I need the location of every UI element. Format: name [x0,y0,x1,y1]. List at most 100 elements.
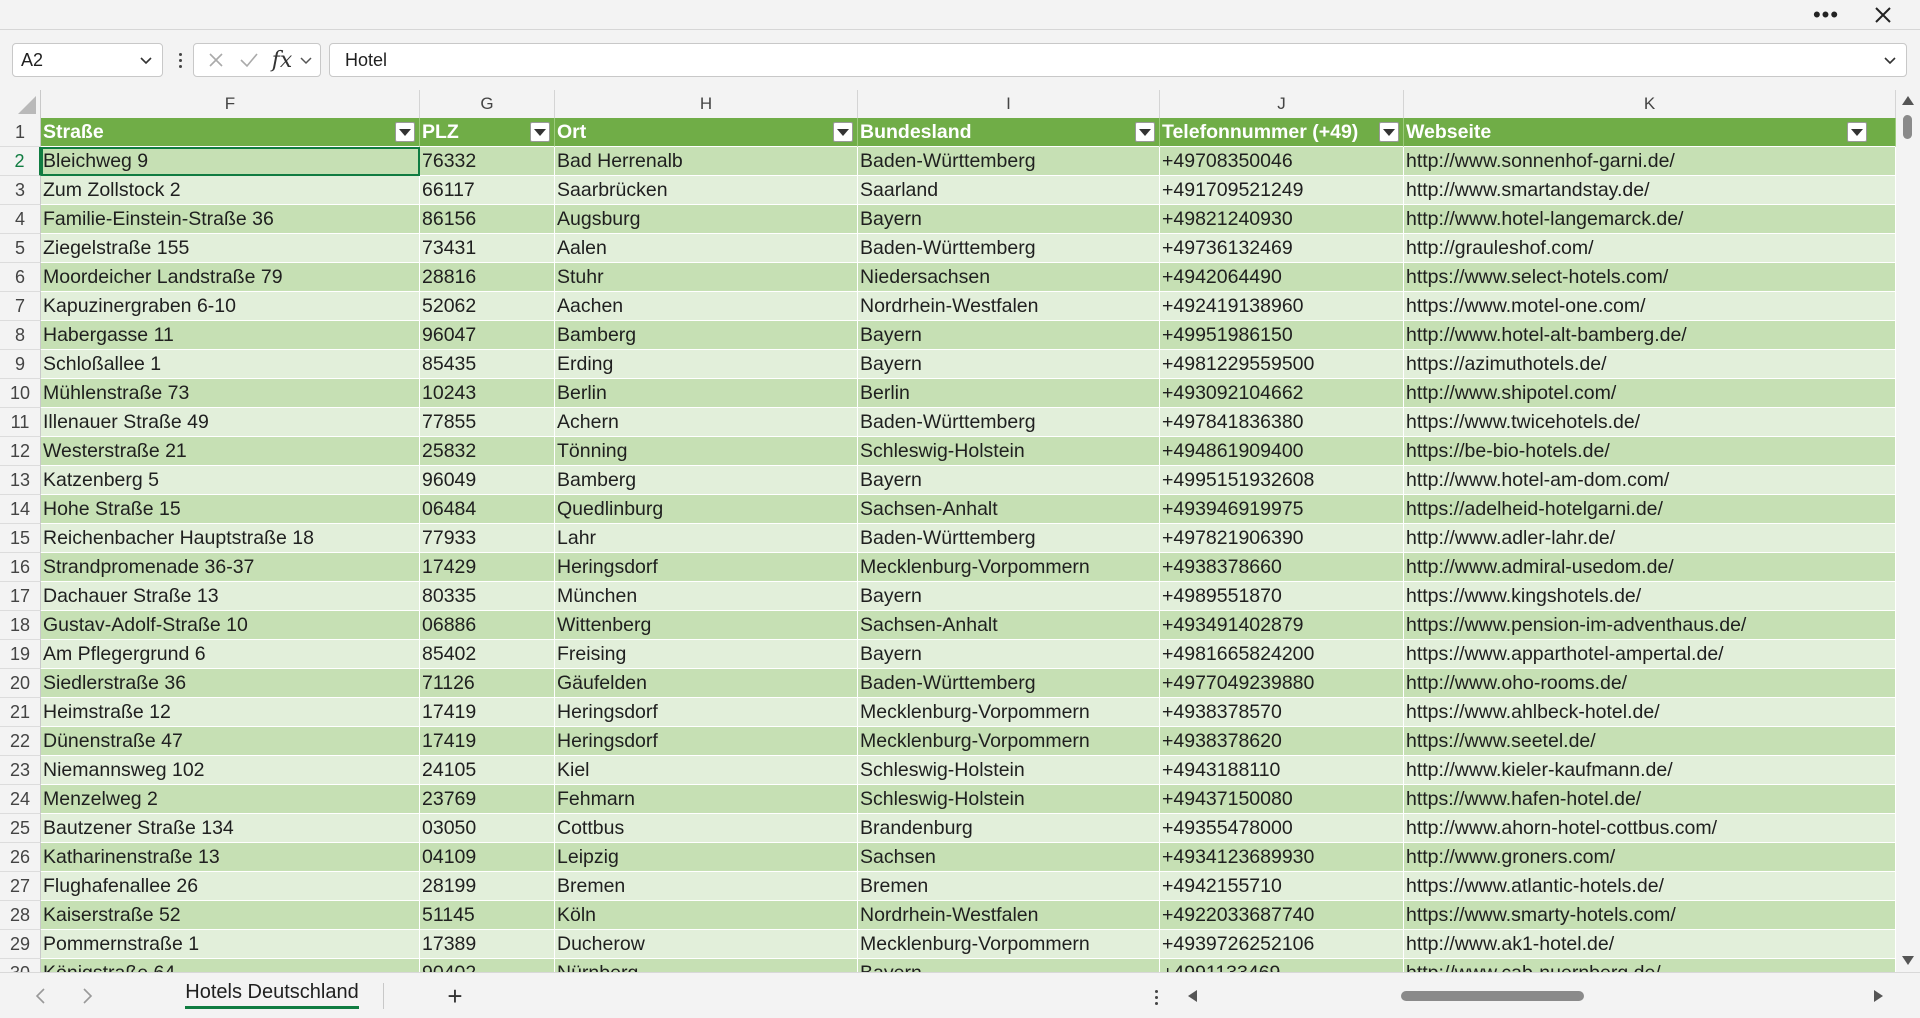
more-options-icon[interactable]: ••• [1803,0,1849,30]
cell-strasse[interactable]: Gustav-Adolf-Straße 10 [41,611,420,640]
cell-ort[interactable]: Wittenberg [555,611,858,640]
sheet-tab-hotels-deutschland[interactable]: Hotels Deutschland [166,976,378,1014]
row-number[interactable]: 9 [0,350,41,379]
cell-ort[interactable]: Bad Herrenalb [555,147,858,176]
cell-bundesland[interactable]: Saarland [858,176,1160,205]
cell-strasse[interactable]: Katzenberg 5 [41,466,420,495]
cell-plz[interactable]: 71126 [420,669,555,698]
cell-ort[interactable]: Erding [555,350,858,379]
row-number[interactable]: 12 [0,437,41,466]
cell-webseite[interactable]: https://azimuthotels.de/ [1404,350,1896,379]
cell-webseite[interactable]: http://www.oho-rooms.de/ [1404,669,1896,698]
cell-bundesland[interactable]: Niedersachsen [858,263,1160,292]
row-number[interactable]: 1 [0,118,41,147]
cell-ort[interactable]: Nürnberg [555,959,858,972]
cell-bundesland[interactable]: Baden-Württemberg [858,234,1160,263]
cell-plz[interactable]: 25832 [420,437,555,466]
vertical-dots-icon[interactable] [1148,985,1164,1009]
vertical-scrollbar[interactable] [1896,90,1920,972]
cell-strasse[interactable]: Westerstraße 21 [41,437,420,466]
scroll-down-icon[interactable] [1902,956,1914,965]
cell-webseite[interactable]: https://www.hafen-hotel.de/ [1404,785,1896,814]
cell-plz[interactable]: 77933 [420,524,555,553]
cell-strasse[interactable]: Familie-Einstein-Straße 36 [41,205,420,234]
header-cell-plz[interactable]: PLZ [420,118,555,147]
cell-telefon[interactable]: +49821240930 [1160,205,1404,234]
row-number[interactable]: 5 [0,234,41,263]
cell-strasse[interactable]: Illenauer Straße 49 [41,408,420,437]
header-cell-ort[interactable]: Ort [555,118,858,147]
cell-plz[interactable]: 80335 [420,582,555,611]
scroll-left-icon[interactable] [1188,990,1197,1002]
cell-bundesland[interactable]: Bayern [858,350,1160,379]
row-number[interactable]: 30 [0,959,41,972]
cell-telefon[interactable]: +493491402879 [1160,611,1404,640]
cell-webseite[interactable]: http://www.shipotel.com/ [1404,379,1896,408]
cell-webseite[interactable]: https://www.kingshotels.de/ [1404,582,1896,611]
cell-bundesland[interactable]: Mecklenburg-Vorpommern [858,930,1160,959]
cell-strasse[interactable]: Bleichweg 9 [41,147,420,176]
cell-plz[interactable]: 77855 [420,408,555,437]
cell-ort[interactable]: Quedlinburg [555,495,858,524]
cell-bundesland[interactable]: Baden-Württemberg [858,669,1160,698]
worksheet-grid[interactable]: F G H I J K 1 Straße PLZ Ort Bundesland … [0,90,1896,972]
cell-bundesland[interactable]: Mecklenburg-Vorpommern [858,698,1160,727]
row-number[interactable]: 8 [0,321,41,350]
row-number[interactable]: 27 [0,872,41,901]
chevron-down-icon[interactable] [138,52,154,73]
cell-telefon[interactable]: +4981665824200 [1160,640,1404,669]
cell-plz[interactable]: 24105 [420,756,555,785]
cell-strasse[interactable]: Königstraße 64 [41,959,420,972]
cell-strasse[interactable]: Katharinenstraße 13 [41,843,420,872]
row-number[interactable]: 4 [0,205,41,234]
cell-webseite[interactable]: http://www.smartandstay.de/ [1404,176,1896,205]
filter-dropdown-icon[interactable] [833,122,853,142]
filter-dropdown-icon[interactable] [1135,122,1155,142]
row-number[interactable]: 24 [0,785,41,814]
cell-telefon[interactable]: +497841836380 [1160,408,1404,437]
cell-telefon[interactable]: +4938378660 [1160,553,1404,582]
cell-bundesland[interactable]: Berlin [858,379,1160,408]
cell-telefon[interactable]: +4934123689930 [1160,843,1404,872]
cell-telefon[interactable]: +4995151932608 [1160,466,1404,495]
cell-telefon[interactable]: +49355478000 [1160,814,1404,843]
cell-bundesland[interactable]: Nordrhein-Westfalen [858,292,1160,321]
cell-telefon[interactable]: +4938378570 [1160,698,1404,727]
cell-webseite[interactable]: https://www.select-hotels.com/ [1404,263,1896,292]
cell-bundesland[interactable]: Sachsen [858,843,1160,872]
cell-bundesland[interactable]: Schleswig-Holstein [858,756,1160,785]
cell-webseite[interactable]: https://www.pension-im-adventhaus.de/ [1404,611,1896,640]
cell-strasse[interactable]: Dünenstraße 47 [41,727,420,756]
row-number[interactable]: 13 [0,466,41,495]
cell-ort[interactable]: Berlin [555,379,858,408]
cell-telefon[interactable]: +4939726252106 [1160,930,1404,959]
cell-plz[interactable]: 03050 [420,814,555,843]
row-number[interactable]: 29 [0,930,41,959]
header-cell-telefonnummer[interactable]: Telefonnummer (+49) [1160,118,1404,147]
cell-strasse[interactable]: Hohe Straße 15 [41,495,420,524]
scroll-up-icon[interactable] [1902,96,1914,105]
cell-strasse[interactable]: Mühlenstraße 73 [41,379,420,408]
cell-strasse[interactable]: Kaiserstraße 52 [41,901,420,930]
cell-strasse[interactable]: Heimstraße 12 [41,698,420,727]
add-sheet-button[interactable]: + [440,981,470,1011]
cell-plz[interactable]: 06484 [420,495,555,524]
scroll-right-icon[interactable] [1874,990,1883,1002]
cell-plz[interactable]: 52062 [420,292,555,321]
row-number[interactable]: 28 [0,901,41,930]
row-number[interactable]: 15 [0,524,41,553]
cell-webseite[interactable]: http://www.cab-nuernberg.de/ [1404,959,1896,972]
row-number[interactable]: 25 [0,814,41,843]
cell-plz[interactable]: 73431 [420,234,555,263]
cell-webseite[interactable]: https://www.apparthotel-ampertal.de/ [1404,640,1896,669]
row-number[interactable]: 22 [0,727,41,756]
cell-ort[interactable]: Heringsdorf [555,727,858,756]
cell-telefon[interactable]: +492419138960 [1160,292,1404,321]
filter-dropdown-icon[interactable] [530,122,550,142]
cell-bundesland[interactable]: Bayern [858,582,1160,611]
formula-input[interactable]: Hotel [329,43,1907,77]
column-header-i[interactable]: I [858,90,1160,118]
cell-strasse[interactable]: Reichenbacher Hauptstraße 18 [41,524,420,553]
cell-plz[interactable]: 10243 [420,379,555,408]
cell-webseite[interactable]: https://www.seetel.de/ [1404,727,1896,756]
